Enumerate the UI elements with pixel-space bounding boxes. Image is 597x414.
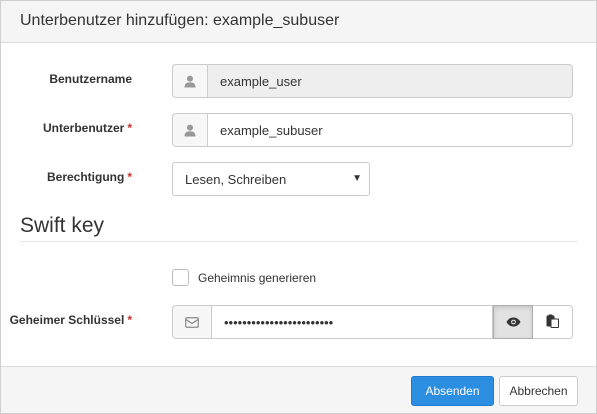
section-title-swift-key: Swift key xyxy=(20,214,105,237)
cancel-button[interactable]: Abbrechen xyxy=(499,376,578,406)
permission-label-text: Berechtigung xyxy=(46,170,125,184)
subuser-input[interactable] xyxy=(207,113,573,147)
generate-secret-checkbox[interactable] xyxy=(172,269,189,286)
subuser-input-group xyxy=(172,113,573,147)
secret-key-input[interactable] xyxy=(211,305,493,339)
clipboard-icon xyxy=(546,314,559,331)
generate-secret-label[interactable]: Geheimnis generieren xyxy=(198,271,316,285)
permission-select[interactable]: Lesen, Schreiben ▼ xyxy=(172,162,370,196)
caret-down-icon: ▼ xyxy=(352,173,362,184)
modal-footer: Absenden Abbrechen xyxy=(1,366,596,413)
section-divider xyxy=(20,241,578,242)
add-subuser-modal: Unterbenutzer hinzufügen: example_subuse… xyxy=(0,0,597,414)
username-label-text: Benutzername xyxy=(49,72,132,86)
modal-title: Unterbenutzer hinzufügen: example_subuse… xyxy=(20,12,340,29)
copy-secret-button[interactable] xyxy=(533,305,573,339)
secret-key-input-group xyxy=(172,305,573,339)
username-input[interactable] xyxy=(207,64,573,98)
user-icon xyxy=(172,64,207,98)
required-marker: * xyxy=(127,313,132,327)
subuser-label: Unterbenutzer * xyxy=(1,121,132,135)
subuser-label-text: Unterbenutzer xyxy=(42,121,125,135)
username-input-group xyxy=(172,64,573,98)
show-secret-button[interactable] xyxy=(493,305,533,339)
required-marker: * xyxy=(127,121,132,135)
permission-selected-value: Lesen, Schreiben xyxy=(185,171,287,187)
submit-button[interactable]: Absenden xyxy=(411,376,494,406)
modal-header: Unterbenutzer hinzufügen: example_subuse… xyxy=(1,1,596,43)
permission-label: Berechtigung * xyxy=(1,170,132,184)
user-icon xyxy=(172,113,207,147)
required-marker: * xyxy=(127,170,132,184)
secret-key-label: Geheimer Schlüssel * xyxy=(1,313,132,327)
eye-icon xyxy=(506,315,521,330)
generate-secret-row: Geheimnis generieren xyxy=(172,269,316,286)
envelope-icon xyxy=(172,305,211,339)
secret-key-label-text: Geheimer Schlüssel xyxy=(9,313,125,327)
username-label: Benutzername xyxy=(1,72,132,86)
